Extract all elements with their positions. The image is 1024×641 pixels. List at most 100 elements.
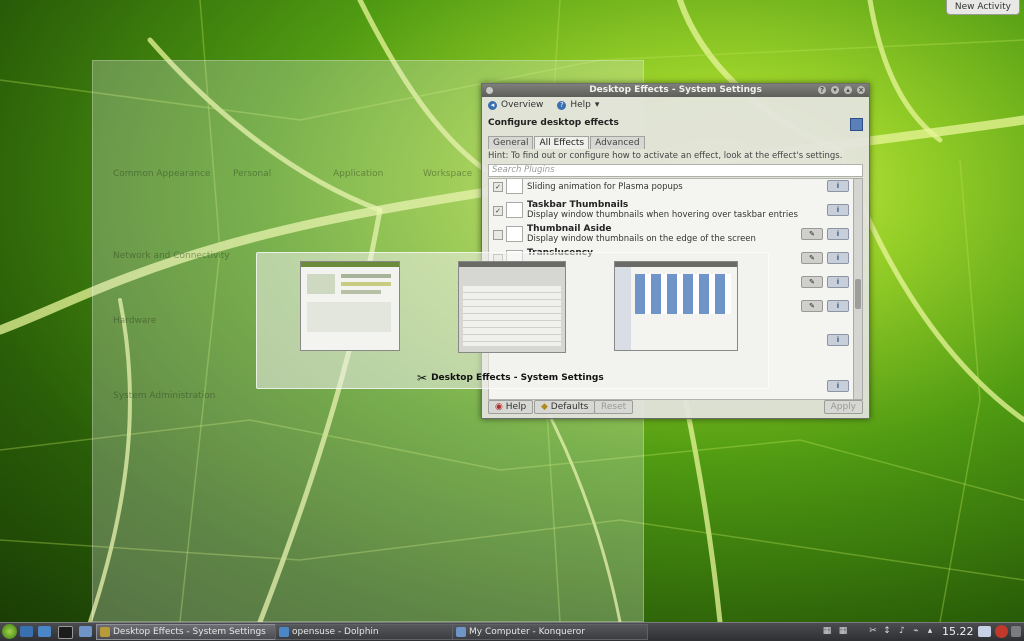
wrench-icon[interactable]: ✎ [801,276,823,288]
clock[interactable]: 15.22 [942,624,974,639]
overview-label: Overview [501,100,544,110]
info-button[interactable]: i [827,300,849,312]
switcher-thumbnail-effects[interactable] [458,261,566,353]
plugin-description: Sliding animation for Plasma popups [527,182,683,192]
maximize-icon[interactable]: ▴ [844,86,852,94]
plugin-checkbox[interactable]: ✓ [493,206,503,216]
search-input[interactable]: Search Plugins [488,164,863,177]
ghost-label: Personal [233,169,272,179]
help-menu-label: Help [570,100,591,110]
ghost-label: Application [333,169,384,179]
tray-expand-icon[interactable]: ▴ [925,626,935,636]
logout-icon[interactable] [995,625,1008,638]
system-settings-icon: ✂ [417,371,428,385]
help-button-icon: ◉ [495,402,506,412]
panel-toolbox-icon[interactable] [1011,626,1021,637]
info-button[interactable]: i [827,334,849,346]
window-toolbar: ◂ Overview ? Help ▾ [482,97,869,113]
plugin-name: Thumbnail Aside [527,224,612,234]
overview-icon: ◂ [488,100,497,110]
info-button[interactable]: i [827,276,849,288]
ghost-label: Hardware [113,316,157,326]
klipper-icon[interactable]: ✂ [868,626,878,636]
switcher-current-title: ✂ Desktop Effects - System Settings [417,371,604,385]
wrench-icon[interactable]: ✎ [801,228,823,240]
switcher-thumbnail-konqueror[interactable] [614,261,738,351]
chevron-down-icon: ▾ [594,100,600,110]
hint-text: Hint: To find out or configure how to ac… [488,151,843,161]
ghost-label: Network and Connectivity [113,251,230,261]
tab-advanced[interactable]: Advanced [590,136,645,149]
volume-icon[interactable]: ♪ [897,626,907,636]
switcher-thumbnail-settings[interactable] [300,261,400,351]
help-button-label: Help [505,402,527,412]
window-title: Desktop Effects - System Settings [589,85,762,95]
defaults-icon: ◆ [541,402,551,412]
desktop-effects-icon [850,118,863,131]
effects-tabs: General All Effects Advanced [488,136,646,149]
wrench-icon[interactable]: ✎ [801,300,823,312]
taskbar-panel: Desktop Effects - System Settings opensu… [0,622,1024,641]
window-switcher: ✂ Desktop Effects - System Settings [256,252,769,389]
terminal-icon[interactable] [58,626,73,639]
overview-button[interactable]: ◂ Overview [488,100,543,110]
ghost-label: System Administration [113,391,216,401]
info-button[interactable]: i [827,180,849,192]
plugin-name: Taskbar Thumbnails [527,200,629,210]
wrench-icon[interactable]: ✎ [801,252,823,264]
ghost-label: Workspace [423,169,473,179]
help-button[interactable]: ◉ Help [488,400,534,414]
window-button-bar: ◉ Help ◆ Defaults Reset Apply [486,400,865,414]
page-title: Configure desktop effects [488,118,619,128]
system-settings-icon [100,627,110,637]
info-button[interactable]: i [827,380,849,392]
plugin-icon [506,202,523,218]
close-icon[interactable]: × [857,86,865,94]
network-icon[interactable]: ↕ [882,626,892,636]
pager-icon[interactable] [79,626,92,637]
new-activity-button[interactable]: New Activity [945,0,1020,15]
task-label: Desktop Effects - System Settings [113,627,266,637]
task-label: My Computer - Konqueror [469,627,585,637]
switcher-title-text: Desktop Effects - System Settings [431,373,604,383]
minimize-icon[interactable]: ▾ [831,86,839,94]
list-item[interactable]: ✓ Taskbar Thumbnails Display window thum… [489,199,853,223]
plugin-icon [506,226,523,242]
window-titlebar[interactable]: Desktop Effects - System Settings ? ▾ ▴ … [482,84,869,97]
defaults-label: Defaults [550,402,589,412]
window-menu-icon[interactable] [486,87,493,94]
info-button[interactable]: i [827,228,849,240]
task-dolphin[interactable]: opensuse - Dolphin [275,624,469,640]
dolphin-icon [279,627,289,637]
show-desktop-icon[interactable] [20,626,33,637]
help-title-icon[interactable]: ? [818,86,826,94]
plugin-checkbox[interactable]: ✓ [493,182,503,192]
plugin-description: Display window thumbnails when hovering … [527,210,798,220]
ghost-label: Common Appearance [113,169,211,179]
help-menu-button[interactable]: ? Help ▾ [557,100,599,110]
plugin-checkbox[interactable] [493,230,503,240]
plugin-icon [506,179,523,194]
konqueror-icon [456,627,466,637]
defaults-button[interactable]: ◆ Defaults [534,400,596,414]
pager-desktop-icon[interactable]: ▦ [838,626,848,636]
info-button[interactable]: i [827,204,849,216]
list-item[interactable]: Thumbnail Aside Display window thumbnail… [489,223,853,247]
dolphin-icon[interactable] [38,626,51,637]
tab-all-effects[interactable]: All Effects [534,136,590,149]
help-icon: ? [557,100,567,110]
task-label: opensuse - Dolphin [292,627,379,637]
list-item[interactable]: ✓ Sliding animation for Plasma popups i [489,179,853,199]
apply-button[interactable]: Apply [823,400,863,414]
tab-general[interactable]: General [488,136,534,149]
pager-desktop-icon[interactable]: ▦ [822,626,832,636]
plugin-description: Display window thumbnails on the edge of… [527,234,756,244]
plugin-list-scrollbar[interactable] [853,178,863,400]
reset-button[interactable]: Reset [594,400,634,414]
task-konqueror[interactable]: My Computer - Konqueror [452,624,648,640]
info-button[interactable]: i [827,252,849,264]
lock-screen-icon[interactable] [978,626,991,637]
usb-device-icon[interactable]: ⌁ [911,626,921,636]
kickoff-menu-icon[interactable] [2,624,17,639]
task-desktop-effects[interactable]: Desktop Effects - System Settings [96,624,292,640]
